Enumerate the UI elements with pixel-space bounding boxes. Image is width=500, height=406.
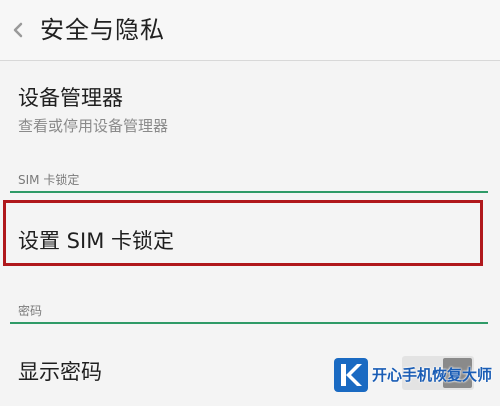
password-section-label: 密码 — [18, 304, 43, 318]
show-password-title: 显示密码 — [18, 360, 102, 384]
sim-lock-section-label: SIM 卡锁定 — [18, 173, 80, 187]
app-header: 安全与隐私 — [0, 0, 500, 61]
chevron-left-icon — [13, 22, 23, 38]
back-button[interactable] — [6, 14, 30, 46]
sim-lock-section-divider — [10, 191, 488, 193]
set-sim-lock-title: 设置 SIM 卡锁定 — [18, 229, 174, 253]
security-privacy-screen: 安全与隐私 设备管理器 查看或停用设备管理器 SIM 卡锁定 设置 SIM 卡锁… — [0, 0, 500, 406]
device-manager-subtitle: 查看或停用设备管理器 — [18, 117, 169, 135]
watermark-logo — [334, 358, 368, 392]
watermark: 开心手机恢复大师 — [334, 356, 500, 396]
k-logo-icon — [341, 364, 362, 386]
page-title: 安全与隐私 — [40, 16, 165, 44]
password-section-divider — [10, 322, 488, 324]
watermark-text: 开心手机恢复大师 — [372, 366, 493, 384]
device-manager-title: 设备管理器 — [18, 86, 123, 110]
